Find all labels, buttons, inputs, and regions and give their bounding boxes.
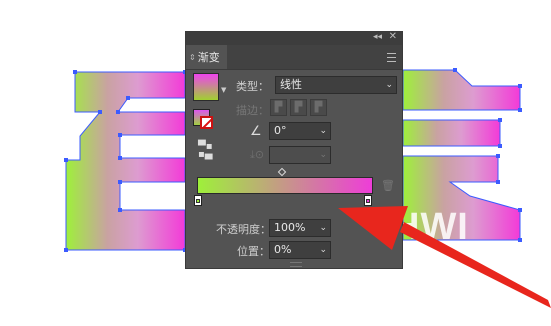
watermark-logo: HWI [392,206,469,248]
stroke-across-button[interactable]: ▛ [310,99,327,116]
type-select[interactable]: 线性 ⌄ [275,76,397,94]
type-select-value: 线性 [280,78,302,91]
aspect-ratio-field: ⌄ [269,146,331,164]
location-field[interactable]: 0% ⌄ [269,241,331,259]
panel-menu-icon[interactable] [387,53,396,62]
stroke-indicator[interactable] [200,116,213,129]
opacity-label: 不透明度： [216,223,271,236]
tab-gradient-label: 渐变 [197,51,220,64]
stroke-label: 描边： [236,104,269,117]
tab-gradient[interactable]: ⇕ 渐变 [186,45,227,69]
stroke-along-button[interactable]: ▛ [290,99,307,116]
gradient-slider[interactable] [197,177,373,194]
chevron-down-icon: ⌄ [319,150,327,160]
gradient-panel: ◂◂ ✕ ⇕ 渐变 ▼ ▀▪ ▪▄ 类型： 线性 ⌄ 描边： ▛ ▛ ▛ ∠ 0°… [185,31,403,269]
stroke-within-button[interactable]: ▛ [270,99,287,116]
panel-title-bar[interactable]: ◂◂ ✕ [186,31,402,45]
color-stop-end[interactable] [364,195,372,206]
delete-stop-icon[interactable]: 🗑 [381,179,395,192]
chevron-down-icon: ⌄ [319,223,327,233]
opacity-value: 100% [274,221,306,234]
location-label: 位置： [237,245,270,258]
close-icon[interactable]: ✕ [389,31,397,42]
chevron-down-icon: ⌄ [319,126,327,136]
chevron-down-icon[interactable]: ▼ [221,86,226,94]
midpoint-diamond-icon[interactable] [277,167,287,177]
angle-field[interactable]: 0° ⌄ [269,122,331,140]
opacity-field[interactable]: 100% ⌄ [269,219,331,237]
collapse-icon[interactable]: ◂◂ [373,32,382,42]
resize-grip[interactable] [290,262,302,267]
tab-options-icon[interactable]: ⇕ [189,53,196,62]
location-value: 0% [274,243,292,256]
aspect-ratio-icon: ⤓⊙ [250,148,265,161]
gradient-swatch[interactable] [193,73,219,101]
reverse-gradient-icon[interactable]: ▀▪ ▪▄ [198,142,214,160]
color-stop-start[interactable] [194,195,202,206]
panel-tab-row: ⇕ 渐变 [186,45,402,70]
type-label: 类型： [236,80,269,93]
angle-value: 0° [274,124,287,137]
angle-icon: ∠ [250,124,262,139]
watermark-subtext: 米 品质 [418,262,452,273]
chevron-down-icon: ⌄ [319,245,327,255]
chevron-down-icon: ⌄ [385,80,393,90]
